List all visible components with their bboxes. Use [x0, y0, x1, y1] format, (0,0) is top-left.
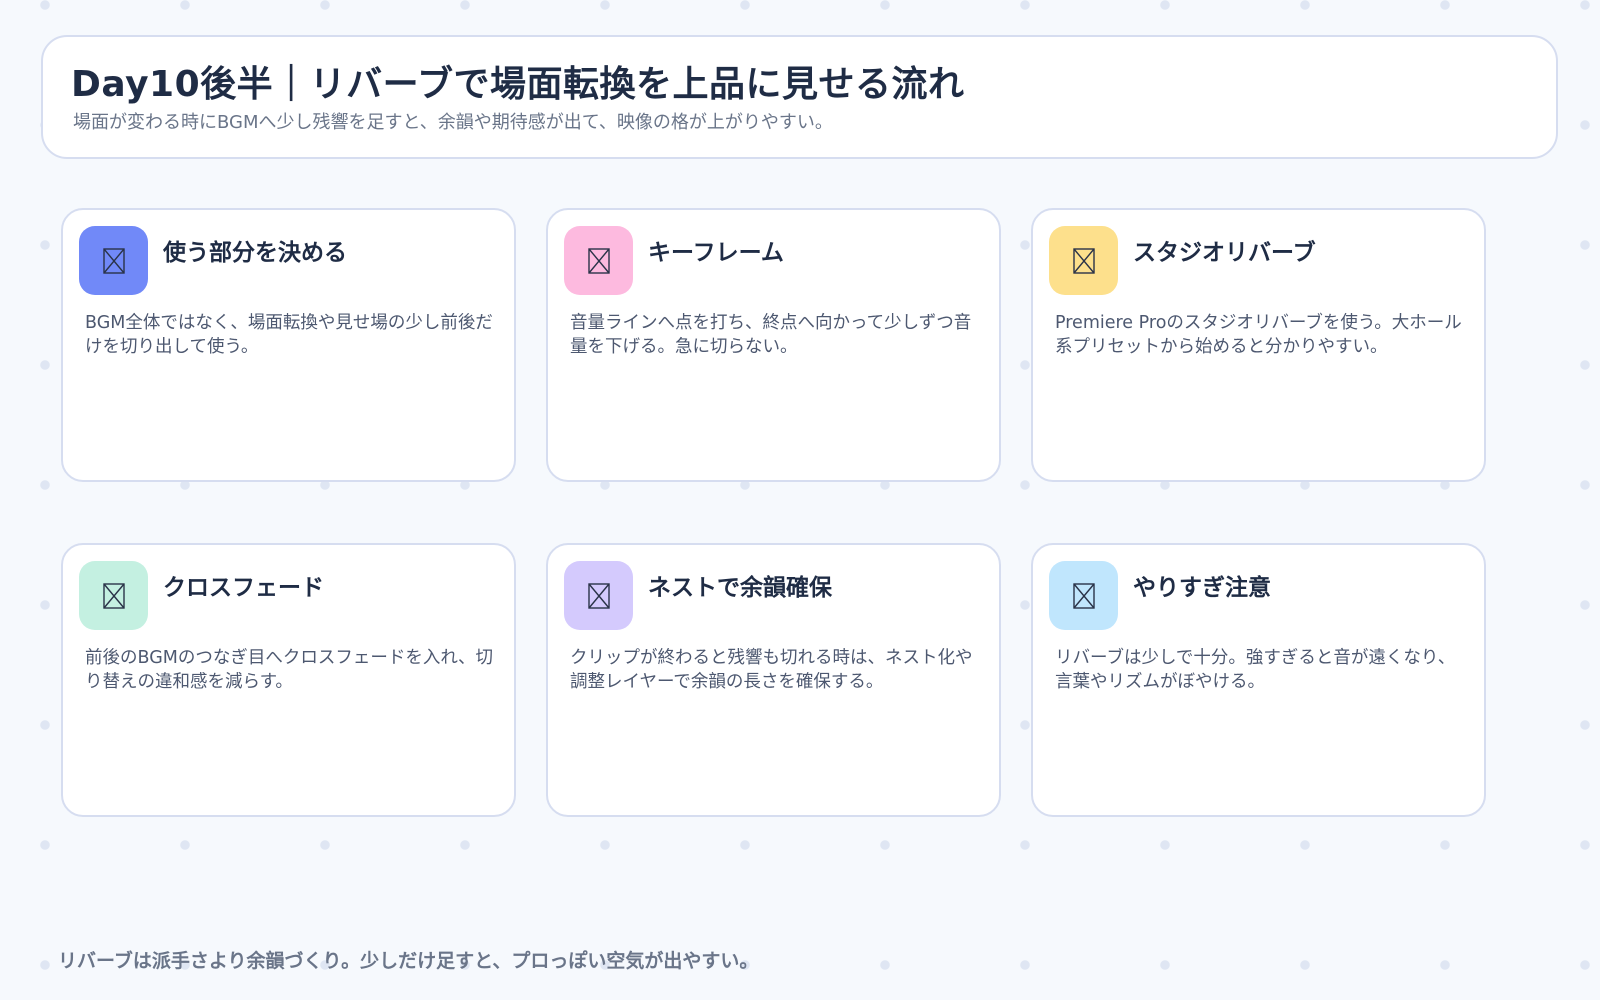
card-title: やりすぎ注意	[1133, 575, 1271, 601]
step-card: 使う部分を決める BGM全体ではなく、場面転換や見せ場の少し前後だけを切り出して…	[61, 208, 516, 482]
card-description: 音量ラインへ点を打ち、終点へ向かって少しずつ音量を下げる。急に切らない。	[570, 313, 972, 357]
card-description: 前後のBGMのつなぎ目へクロスフェードを入れ、切り替えの違和感を減らす。	[85, 648, 494, 692]
placeholder-icon	[564, 561, 633, 630]
card-title: 使う部分を決める	[163, 240, 347, 266]
footer-note: リバーブは派手さより余韻づくり。少しだけ足すと、プロっぽい空気が出やすい。	[58, 950, 759, 972]
missing-image-glyph	[1072, 582, 1095, 609]
missing-image-glyph	[587, 582, 610, 609]
missing-image-glyph	[102, 582, 125, 609]
card-description: BGM全体ではなく、場面転換や見せ場の少し前後だけを切り出して使う。	[85, 313, 493, 357]
card-title: ネストで余韻確保	[648, 575, 832, 601]
card-description: クリップが終わると残響も切れる時は、ネスト化や調整レイヤーで余韻の長さを確保する…	[570, 648, 973, 692]
header-panel: Day10後半｜リバーブで場面転換を上品に見せる流れ 場面が変わる時にBGMへ少…	[41, 35, 1558, 159]
placeholder-icon	[79, 226, 148, 295]
card-title: キーフレーム	[648, 240, 784, 266]
step-card: ネストで余韻確保 クリップが終わると残響も切れる時は、ネスト化や調整レイヤーで余…	[546, 543, 1001, 817]
page-title: Day10後半｜リバーブで場面転換を上品に見せる流れ	[71, 64, 965, 105]
step-card: キーフレーム 音量ラインへ点を打ち、終点へ向かって少しずつ音量を下げる。急に切ら…	[546, 208, 1001, 482]
placeholder-icon	[1049, 226, 1118, 295]
card-description: リバーブは少しで十分。強すぎると音が遠くなり、言葉やリズムがぼやける。	[1055, 648, 1456, 692]
placeholder-icon	[79, 561, 148, 630]
missing-image-glyph	[587, 247, 610, 274]
step-card: クロスフェード 前後のBGMのつなぎ目へクロスフェードを入れ、切り替えの違和感を…	[61, 543, 516, 817]
missing-image-glyph	[1072, 247, 1095, 274]
card-title: スタジオリバーブ	[1133, 240, 1316, 266]
missing-image-glyph	[102, 247, 125, 274]
card-description: Premiere Proのスタジオリバーブを使う。大ホール系プリセットから始める…	[1055, 313, 1462, 357]
placeholder-icon	[1049, 561, 1118, 630]
placeholder-icon	[564, 226, 633, 295]
step-card: やりすぎ注意 リバーブは少しで十分。強すぎると音が遠くなり、言葉やリズムがぼやけ…	[1031, 543, 1486, 817]
page-subtitle: 場面が変わる時にBGMへ少し残響を足すと、余韻や期待感が出て、映像の格が上がりや…	[73, 112, 833, 133]
step-card: スタジオリバーブ Premiere Proのスタジオリバーブを使う。大ホール系プ…	[1031, 208, 1486, 482]
card-title: クロスフェード	[163, 575, 324, 601]
